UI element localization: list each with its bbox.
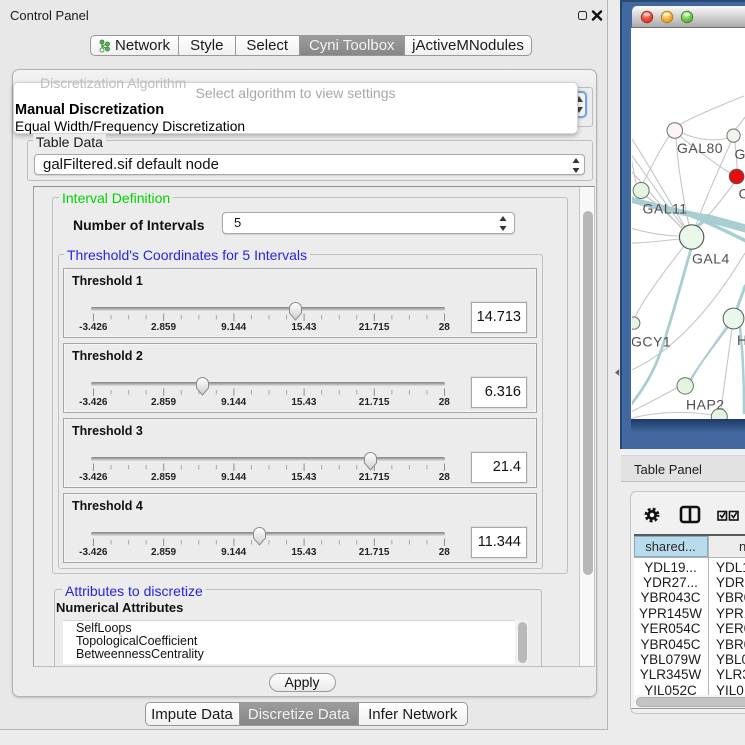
svg-text:CR: CR — [738, 185, 745, 201]
svg-text:GAL80: GAL80 — [677, 140, 723, 156]
svg-text:HA: HA — [737, 332, 745, 348]
svg-text:HAP2: HAP2 — [686, 396, 725, 412]
svg-text:GCY1: GCY1 — [632, 333, 671, 349]
svg-text:GAL11: GAL11 — [642, 200, 687, 216]
svg-text:GA: GA — [734, 146, 745, 162]
svg-text:GAL4: GAL4 — [692, 250, 730, 266]
